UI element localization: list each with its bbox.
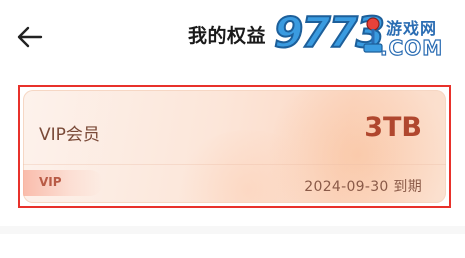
section-divider xyxy=(0,226,465,234)
page-title: 我的权益 xyxy=(188,25,267,47)
back-button[interactable] xyxy=(12,20,46,54)
watermark-domain: .COM xyxy=(379,35,444,60)
arrow-left-icon xyxy=(17,26,43,48)
screen: 我的权益 9773 游戏网 .COM VIP会员 3TB VIP 2024-09… xyxy=(0,0,465,258)
site-watermark: 9773 游戏网 .COM xyxy=(268,6,458,64)
highlight-annotation-box xyxy=(18,85,451,208)
